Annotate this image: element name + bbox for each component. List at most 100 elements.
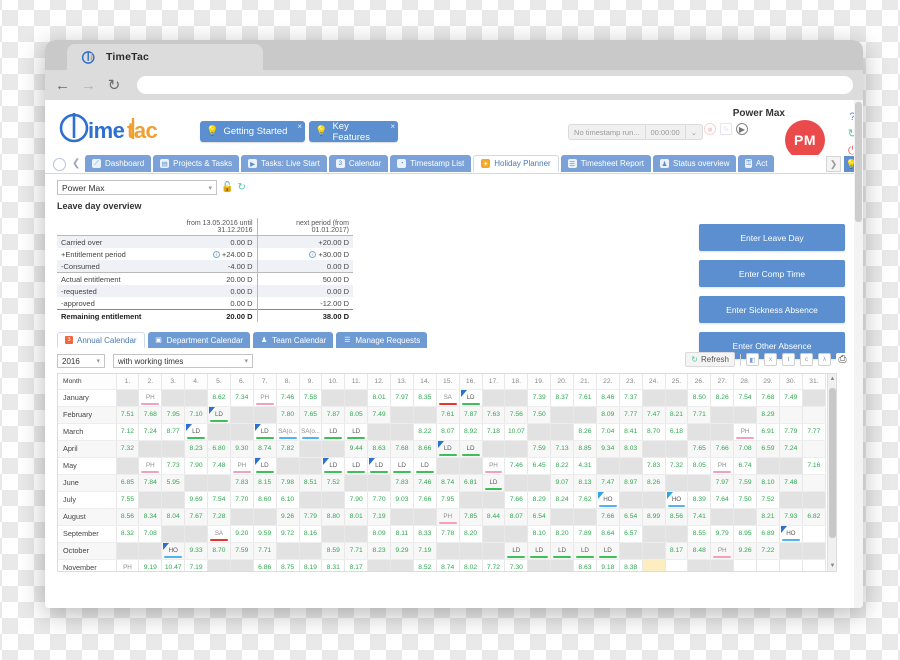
calendar-day-cell[interactable]: 8.56 — [665, 508, 689, 526]
back-arrow-icon[interactable]: ← — [55, 78, 70, 93]
calendar-day-cell[interactable] — [527, 474, 552, 492]
calendar-day-cell[interactable]: 7.30 — [504, 559, 529, 571]
calendar-day-cell[interactable]: 9.34 — [596, 440, 620, 458]
calendar-day-cell[interactable]: LD — [253, 423, 277, 441]
calendar-day-cell[interactable] — [413, 508, 437, 526]
calendar-day-cell[interactable]: 7.71 — [253, 542, 277, 560]
calendar-day-cell[interactable]: 9.69 — [184, 491, 208, 509]
calendar-day-cell[interactable]: 7.58 — [299, 389, 323, 407]
calendar-day-cell[interactable] — [321, 525, 346, 543]
calendar-day-cell[interactable]: 8.07 — [436, 423, 460, 441]
calendar-day-cell[interactable] — [390, 508, 414, 526]
calendar-day-cell[interactable]: 6.81 — [459, 474, 483, 492]
calendar-day-cell[interactable]: 9.19 — [138, 559, 163, 571]
calendar-day-cell[interactable]: 7.71 — [344, 542, 369, 560]
calendar-day-cell[interactable]: 7.48 — [207, 457, 231, 475]
calendar-day-cell[interactable] — [779, 491, 803, 509]
calendar-day-cell[interactable] — [161, 525, 186, 543]
user-select[interactable]: Power Max ▾ — [57, 180, 217, 195]
calendar-day-cell[interactable]: 8.64 — [596, 525, 620, 543]
calendar-day-cell[interactable]: LD — [459, 440, 483, 458]
calendar-day-cell[interactable] — [756, 457, 780, 475]
calendar-day-cell[interactable]: 8.70 — [207, 542, 231, 560]
calendar-day-cell[interactable]: 7.49 — [779, 389, 803, 407]
refresh-button[interactable]: ↻ Refresh — [685, 352, 735, 367]
calendar-day-cell[interactable]: 9.18 — [596, 559, 620, 571]
calendar-day-cell[interactable] — [733, 559, 757, 571]
calendar-day-cell[interactable]: 8.66 — [413, 440, 437, 458]
calendar-scrollbar[interactable]: ▲ ▼ — [827, 374, 836, 571]
calendar-day-cell[interactable] — [321, 389, 346, 407]
calendar-day-cell[interactable]: 8.15 — [253, 474, 277, 492]
calendar-day-cell[interactable] — [299, 491, 323, 509]
calendar-day-cell[interactable] — [710, 423, 735, 441]
calendar-day-cell[interactable] — [253, 508, 277, 526]
calendar-day-cell[interactable]: 9.29 — [390, 542, 414, 560]
calendar-day-cell[interactable]: 8.92 — [459, 423, 483, 441]
info-icon[interactable]: i — [309, 250, 317, 258]
calendar-day-cell[interactable]: PH — [253, 389, 277, 407]
edit-icon[interactable]: ✎ — [720, 123, 732, 135]
scrollbar-thumb[interactable] — [829, 388, 836, 538]
refresh-icon[interactable]: ↻ — [237, 182, 245, 193]
calendar-day-cell[interactable]: 8.19 — [299, 559, 323, 571]
calendar-day-cell[interactable]: PH — [436, 508, 460, 526]
calendar-day-cell[interactable]: 7.73 — [161, 457, 186, 475]
calendar-day-cell[interactable]: PH — [710, 542, 735, 560]
print-icon[interactable]: ⎙ — [836, 353, 849, 366]
calendar-day-cell[interactable] — [504, 474, 529, 492]
calendar-day-cell[interactable] — [436, 457, 460, 475]
calendar-day-cell[interactable]: 7.66 — [710, 440, 735, 458]
key-features-hint-button[interactable]: 💡 Key Features × — [309, 121, 398, 143]
calendar-day-cell[interactable]: HO — [161, 542, 186, 560]
calendar-day-cell[interactable] — [687, 559, 712, 571]
calendar-day-cell[interactable]: 8.10 — [527, 525, 552, 543]
calendar-day-cell[interactable]: 9.33 — [184, 542, 208, 560]
calendar-day-cell[interactable]: 8.46 — [596, 389, 620, 407]
tab-department-calendar[interactable]: ▣ Department Calendar — [147, 332, 251, 348]
calendar-day-cell[interactable]: HO — [779, 525, 803, 543]
calendar-day-cell[interactable]: 8.56 — [116, 508, 140, 526]
calendar-day-cell[interactable]: LD — [321, 423, 346, 441]
calendar-day-cell[interactable]: 7.18 — [482, 423, 506, 441]
calendar-day-cell[interactable]: 6.91 — [756, 423, 780, 441]
calendar-day-cell[interactable]: 6.18 — [665, 423, 689, 441]
calendar-day-cell[interactable]: 7.84 — [138, 474, 163, 492]
year-select[interactable]: 2016 ▾ — [57, 354, 105, 368]
calendar-day-cell[interactable] — [687, 423, 712, 441]
calendar-day-cell[interactable] — [207, 423, 231, 441]
calendar-day-cell[interactable]: 8.09 — [367, 525, 391, 543]
nav-tab-act[interactable]: ⚿ Act — [738, 155, 775, 172]
calendar-day-cell[interactable]: 8.44 — [482, 508, 506, 526]
calendar-day-cell[interactable] — [138, 542, 163, 560]
calendar-day-cell[interactable]: 8.75 — [276, 559, 300, 571]
calendar-day-cell[interactable] — [573, 508, 597, 526]
calendar-day-cell[interactable] — [527, 423, 552, 441]
calendar-day-cell[interactable]: 8.41 — [619, 423, 643, 441]
calendar-day-cell[interactable] — [321, 440, 346, 458]
calendar-day-cell[interactable] — [276, 457, 300, 475]
calendar-day-cell[interactable]: 6.54 — [527, 508, 552, 526]
calendar-day-cell[interactable]: 7.47 — [596, 474, 620, 492]
calendar-day-cell[interactable]: 8.48 — [687, 542, 712, 560]
calendar-day-cell[interactable]: LD — [504, 542, 529, 560]
calendar-day-cell[interactable] — [619, 542, 643, 560]
nav-more-button[interactable]: ❯ — [826, 156, 841, 172]
calendar-day-cell[interactable]: 8.29 — [756, 406, 780, 424]
calendar-day-cell[interactable] — [642, 440, 666, 458]
calendar-day-cell[interactable] — [802, 474, 827, 492]
calendar-day-cell[interactable] — [642, 542, 666, 560]
info-icon[interactable]: i — [212, 250, 220, 258]
calendar-day-cell[interactable]: 8.74 — [436, 474, 460, 492]
calendar-day-cell[interactable]: PH — [138, 389, 163, 407]
calendar-day-cell[interactable]: 7.82 — [276, 440, 300, 458]
calendar-day-cell[interactable]: 7.70 — [230, 491, 254, 509]
calendar-day-cell[interactable]: 7.70 — [367, 491, 391, 509]
calendar-day-cell[interactable]: 8.85 — [573, 440, 597, 458]
calendar-day-cell[interactable]: 6.45 — [527, 457, 552, 475]
calendar-day-cell[interactable] — [299, 440, 323, 458]
calendar-day-cell[interactable]: 7.52 — [756, 491, 780, 509]
calendar-day-cell[interactable]: 7.08 — [138, 525, 163, 543]
calendar-day-cell[interactable]: 8.21 — [665, 406, 689, 424]
calendar-day-cell[interactable]: 7.83 — [230, 474, 254, 492]
